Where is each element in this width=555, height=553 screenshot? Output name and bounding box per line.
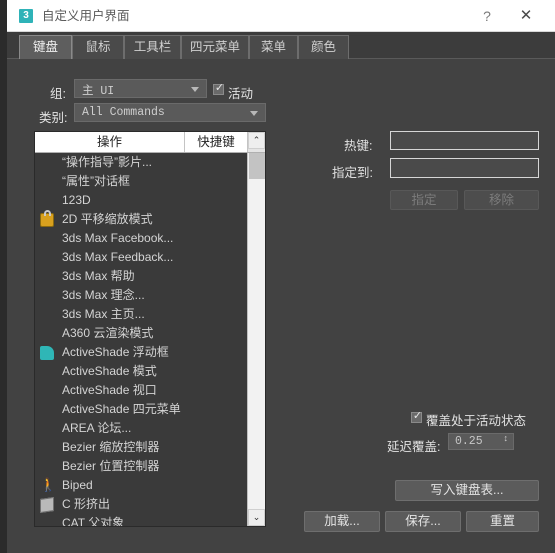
column-header-action[interactable]: 操作	[35, 132, 185, 152]
group-dropdown-value: 主 UI	[82, 85, 115, 98]
close-icon[interactable]: ✕	[515, 7, 537, 25]
list-item-label: 3ds Max Feedback...	[62, 250, 174, 264]
action-list-scrollbar[interactable]: ⌃ ⌄	[247, 132, 265, 526]
list-item[interactable]: 123D	[35, 191, 247, 210]
customize-ui-dialog: 3 自定义用户界面 ? ✕ 键盘 鼠标 工具栏 四元菜单 菜单 颜色 组: 主 …	[7, 0, 555, 553]
app-icon: 3	[19, 9, 33, 23]
list-item-label: “操作指导”影片...	[62, 155, 152, 169]
chevron-down-icon	[191, 86, 199, 92]
assigned-to-label: 指定到:	[332, 166, 373, 180]
tab-toolbar[interactable]: 工具栏	[124, 35, 181, 59]
lock-icon	[40, 210, 54, 227]
list-item-label: ActiveShade 浮动框	[62, 345, 169, 359]
biped-icon	[40, 475, 56, 494]
window-title: 自定义用户界面	[42, 9, 130, 23]
list-item-label: 2D 平移缩放模式	[62, 212, 153, 226]
activeshade-icon	[40, 346, 54, 360]
scrollbar-thumb[interactable]	[249, 153, 265, 179]
list-item-label: 3ds Max 理念...	[62, 288, 145, 302]
list-item-label: 3ds Max 帮助	[62, 269, 135, 283]
list-item[interactable]: AREA 论坛...	[35, 419, 247, 438]
list-item[interactable]: “属性”对话框	[35, 172, 247, 191]
list-item[interactable]: ActiveShade 四元菜单	[35, 400, 247, 419]
column-header-shortcut[interactable]: 快捷键	[185, 132, 247, 152]
override-delay-label: 延迟覆盖:	[387, 440, 441, 454]
category-dropdown-value: All Commands	[82, 106, 165, 119]
list-item[interactable]: CAT 父对象	[35, 514, 247, 526]
extrude-icon	[40, 497, 54, 513]
tab-mouse[interactable]: 鼠标	[72, 35, 124, 59]
tab-color[interactable]: 颜色	[298, 35, 349, 59]
list-item-label: 123D	[62, 193, 91, 207]
help-icon[interactable]: ?	[475, 7, 499, 25]
tab-keyboard[interactable]: 键盘	[19, 35, 72, 59]
list-item[interactable]: ActiveShade 视口	[35, 381, 247, 400]
list-item-label: ActiveShade 模式	[62, 364, 157, 378]
group-active-checkbox[interactable]	[213, 82, 225, 95]
list-item-label: ActiveShade 四元菜单	[62, 402, 181, 416]
list-item-label: 3ds Max Facebook...	[62, 231, 174, 245]
list-item-label: 3ds Max 主页...	[62, 307, 145, 321]
list-item[interactable]: C 形挤出	[35, 495, 247, 514]
write-keyboard-chart-button[interactable]: 写入键盘表...	[395, 480, 539, 501]
chevron-down-icon	[250, 110, 258, 116]
group-dropdown[interactable]: 主 UI	[74, 79, 207, 98]
list-item[interactable]: Bezier 位置控制器	[35, 457, 247, 476]
list-item[interactable]: “操作指导”影片...	[35, 153, 247, 172]
list-item-label: “属性”对话框	[62, 174, 130, 188]
list-item-label: ActiveShade 视口	[62, 383, 157, 397]
category-label: 类别:	[39, 111, 68, 125]
list-item-label: Biped	[62, 478, 93, 492]
list-item-label: CAT 父对象	[62, 516, 125, 526]
list-item[interactable]: 2D 平移缩放模式	[35, 210, 247, 229]
assigned-to-input[interactable]	[390, 158, 539, 178]
load-button[interactable]: 加载...	[304, 511, 380, 532]
tab-quad-menu[interactable]: 四元菜单	[181, 35, 249, 59]
list-item[interactable]: 3ds Max 理念...	[35, 286, 247, 305]
list-item-label: C 形挤出	[62, 497, 111, 511]
list-item-label: AREA 论坛...	[62, 421, 132, 435]
hotkey-input[interactable]	[390, 131, 539, 150]
override-active-label: 覆盖处于活动状态	[426, 414, 527, 428]
list-item[interactable]: Biped	[35, 475, 247, 495]
override-delay-value: 0.25	[455, 435, 483, 448]
assign-button[interactable]: 指定	[390, 190, 458, 210]
reset-button[interactable]: 重置	[466, 511, 539, 532]
list-item[interactable]: 3ds Max 主页...	[35, 305, 247, 324]
keyboard-tab-panel: 组: 主 UI 活动 类别: All Commands 操作 快捷键 ⌃ “操作…	[7, 59, 555, 553]
action-list[interactable]: 操作 快捷键 ⌃ “操作指导”影片... “属性”对话框 123D 2D 平移缩…	[34, 131, 266, 527]
title-bar: 3 自定义用户界面 ? ✕	[7, 0, 555, 32]
action-list-body: “操作指导”影片... “属性”对话框 123D 2D 平移缩放模式 3ds M…	[35, 153, 247, 526]
list-item[interactable]: 3ds Max 帮助	[35, 267, 247, 286]
scroll-up-icon[interactable]: ⌃	[248, 132, 265, 149]
stepper-arrows-icon[interactable]: ↕	[504, 434, 509, 443]
hotkey-label: 热键:	[344, 139, 373, 153]
override-delay-stepper[interactable]: 0.25 ↕	[448, 433, 514, 450]
list-item-label: A360 云渲染模式	[62, 326, 154, 340]
tab-bar: 键盘 鼠标 工具栏 四元菜单 菜单 颜色	[7, 32, 555, 59]
list-item[interactable]: ActiveShade 模式	[35, 362, 247, 381]
list-item[interactable]: ActiveShade 浮动框	[35, 343, 247, 362]
list-item-label: Bezier 位置控制器	[62, 459, 160, 473]
group-active-label: 活动	[228, 87, 254, 101]
list-item[interactable]: 3ds Max Facebook...	[35, 229, 247, 248]
list-item-label: Bezier 缩放控制器	[62, 440, 160, 454]
scroll-down-icon[interactable]: ⌄	[248, 509, 265, 526]
action-list-header: 操作 快捷键 ⌃	[35, 132, 265, 153]
list-item[interactable]: A360 云渲染模式	[35, 324, 247, 343]
list-item[interactable]: Bezier 缩放控制器	[35, 438, 247, 457]
category-dropdown[interactable]: All Commands	[74, 103, 266, 122]
save-button[interactable]: 保存...	[385, 511, 461, 532]
group-label: 组:	[50, 87, 66, 101]
override-active-checkbox[interactable]	[411, 410, 423, 423]
remove-button[interactable]: 移除	[464, 190, 539, 210]
list-item[interactable]: 3ds Max Feedback...	[35, 248, 247, 267]
tab-menu[interactable]: 菜单	[249, 35, 298, 59]
